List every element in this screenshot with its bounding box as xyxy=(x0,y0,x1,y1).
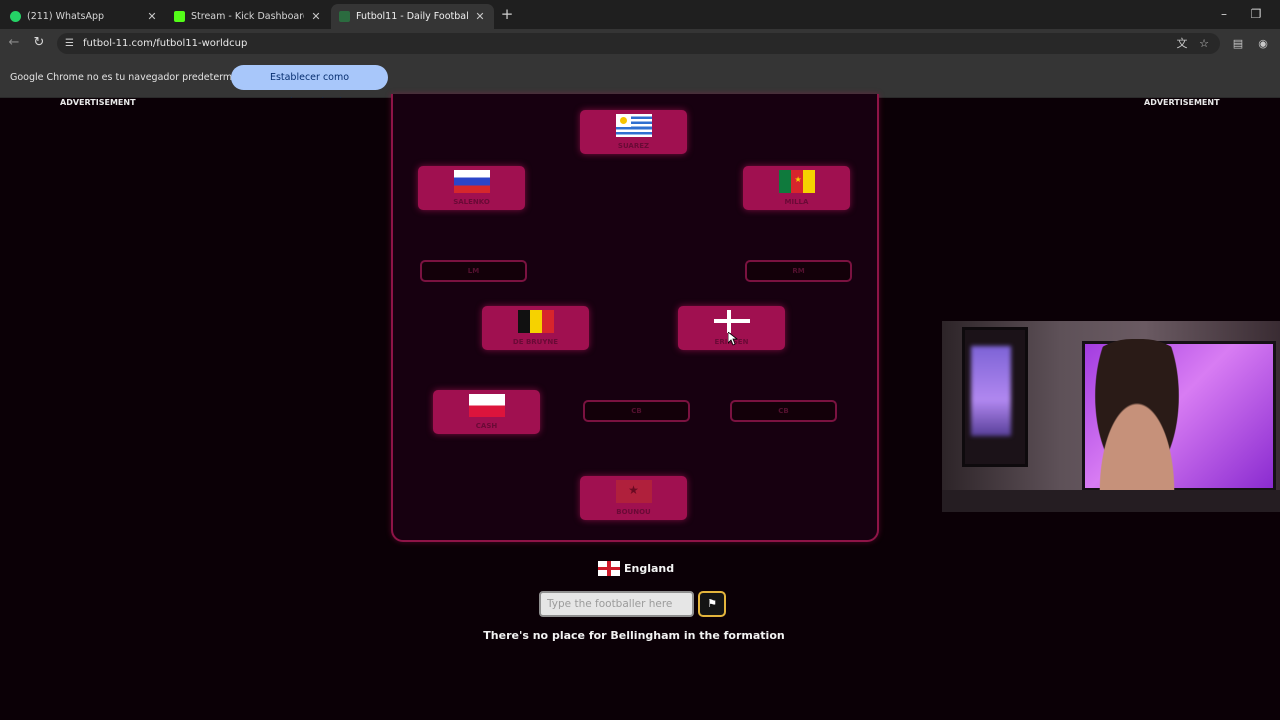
status-message: There's no place for Bellingham in the f… xyxy=(483,629,785,642)
empty-slot-lm[interactable]: LM xyxy=(420,260,527,282)
player-name: MILLA xyxy=(784,198,809,206)
address-bar[interactable]: ☰ futbol-11.com/futbol11-worldcup xyxy=(57,33,1220,54)
tab-kick-dashboard[interactable]: Stream - Kick Dashboard ✕ xyxy=(166,4,330,29)
site-info-icon[interactable]: ☰ xyxy=(65,38,74,49)
back-icon[interactable]: ← xyxy=(6,35,22,51)
empty-slot-cb-right[interactable]: CB xyxy=(730,400,837,422)
futbol11-icon xyxy=(339,11,350,22)
player-name: SALENKO xyxy=(453,198,490,206)
target-country: England xyxy=(598,560,674,576)
slot-label: CB xyxy=(778,407,789,415)
denmark-flag xyxy=(713,310,750,333)
slot-label: LM xyxy=(467,267,480,275)
cameroon-flag: ★ xyxy=(778,170,815,193)
player-name: SUAREZ xyxy=(617,142,650,150)
tab-title: (211) WhatsApp xyxy=(27,11,105,22)
morocco-flag: ★ xyxy=(615,480,652,503)
player-name: CASH xyxy=(475,422,498,430)
slot-label: RM xyxy=(792,267,805,275)
player-card-belgium[interactable]: DE BRUYNE xyxy=(482,306,589,350)
target-country-name: England xyxy=(624,561,675,575)
empty-slot-cb-left[interactable]: CB xyxy=(583,400,690,422)
player-card-morocco[interactable]: ★ BOUNOU xyxy=(580,476,687,520)
give-up-flag-button[interactable]: ⚑ xyxy=(698,591,726,617)
flag-icon: ⚑ xyxy=(707,597,717,610)
page-content: ADVERTISEMENT ADVERTISEMENT SUAREZ SALEN… xyxy=(0,94,1280,720)
bookmark-star-icon[interactable]: ☆ xyxy=(1197,37,1211,51)
url-text: futbol-11.com/futbol11-worldcup xyxy=(82,38,248,49)
player-card-russia[interactable]: SALENKO xyxy=(418,166,525,210)
footballer-search-input[interactable] xyxy=(539,591,694,617)
tab-search-icon[interactable]: ▤ xyxy=(1231,37,1245,51)
translate-icon[interactable]: 文 xyxy=(1175,37,1189,51)
uruguay-flag xyxy=(615,114,652,137)
player-card-cameroon[interactable]: ★ MILLA xyxy=(743,166,850,210)
webcam-overlay xyxy=(942,321,1280,512)
ad-label-right: ADVERTISEMENT xyxy=(1144,98,1220,107)
browser-toolbar: ← → ↻ ☰ futbol-11.com/futbol11-worldcup … xyxy=(0,29,1280,58)
player-card-uruguay[interactable]: SUAREZ xyxy=(580,110,687,154)
empty-slot-rm[interactable]: RM xyxy=(745,260,852,282)
tab-title: Futbol11 - Daily Football Game xyxy=(356,11,468,22)
player-card-poland[interactable]: CASH xyxy=(433,390,540,434)
belgium-flag xyxy=(517,310,554,333)
set-default-button[interactable]: Establecer como predeterminado xyxy=(231,65,388,108)
formation-pitch: SUAREZ SALENKO ★ MILLA LM RM DE BRUYNE E… xyxy=(391,94,879,542)
close-icon[interactable]: ✕ xyxy=(310,10,322,23)
england-flag xyxy=(598,560,620,576)
tab-futbol11[interactable]: Futbol11 - Daily Football Game ✕ xyxy=(331,4,494,29)
reload-icon[interactable]: ↻ xyxy=(31,35,47,51)
player-name: DE BRUYNE xyxy=(512,338,559,346)
whatsapp-icon xyxy=(10,11,21,22)
ad-label-left: ADVERTISEMENT xyxy=(60,98,136,107)
browser-tab-strip: (211) WhatsApp ✕ Stream - Kick Dashboard… xyxy=(0,0,1280,29)
default-browser-infobar: Google Chrome no es tu navegador predete… xyxy=(0,58,1280,108)
mouse-cursor-icon xyxy=(728,332,738,346)
slot-label: CB xyxy=(631,407,642,415)
new-tab-icon[interactable]: + xyxy=(498,5,516,23)
russia-flag xyxy=(453,170,490,193)
tab-title: Stream - Kick Dashboard xyxy=(191,11,304,22)
restore-icon[interactable]: ❐ xyxy=(1246,6,1266,22)
profile-icon[interactable]: ◉ xyxy=(1256,37,1270,51)
tab-whatsapp[interactable]: (211) WhatsApp ✕ xyxy=(2,4,166,29)
minimize-icon[interactable]: – xyxy=(1214,6,1234,22)
poland-flag xyxy=(468,394,505,417)
player-name: BOUNOU xyxy=(616,508,651,516)
kick-icon xyxy=(174,11,185,22)
close-icon[interactable]: ✕ xyxy=(146,10,158,23)
infobar-message: Google Chrome no es tu navegador predete… xyxy=(10,72,259,83)
close-icon[interactable]: ✕ xyxy=(474,10,486,23)
